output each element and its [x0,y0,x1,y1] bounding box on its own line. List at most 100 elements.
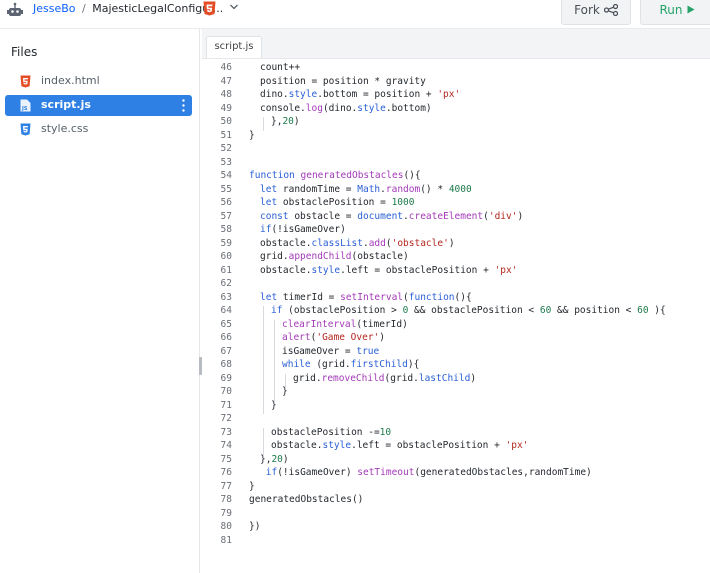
code-line: console.log(dino.style.bottom) [260,102,432,114]
line-number: 79 [220,507,232,519]
code-line: const obstacle = document.createElement(… [260,210,524,222]
line-number: 49 [220,102,232,114]
code-line: obstaclePosition -=10 [271,426,392,438]
line-number: 64 [220,305,232,316]
code-line: if(!isGameOver) [260,224,346,235]
line-number: 55 [220,183,232,195]
play-icon [687,5,694,14]
code-line: obstacle.style.left = obstaclePosition +… [260,264,518,276]
line-number: 47 [220,75,232,87]
line-number: 66 [220,332,232,343]
line-number: 77 [220,480,232,492]
line-number: 62 [220,278,232,289]
owner-link[interactable]: JesseBo [33,2,76,15]
line-number: 69 [220,372,232,384]
line-number: 56 [220,197,232,208]
line-number: 50 [220,116,232,127]
code-line: } [282,386,288,397]
line-number: 74 [220,440,232,451]
code-line: } [271,399,277,411]
indent-guide [263,117,264,131]
indent-guide [263,319,264,333]
code-line: dino.style.bottom = position + 'px' [260,89,461,100]
code-line: }) [249,521,261,532]
code-line: let timerId = setInterval(function(){ [260,291,472,303]
editor-panel: script.js 46 count++ 47 position = position… [202,29,710,573]
js-file-icon: JS [20,99,31,112]
line-number: 70 [220,386,232,397]
code-line: },20) [260,453,289,465]
code-editor[interactable]: 46 count++ 47 position = position * gravity… [202,59,710,573]
line-number: 78 [220,494,232,505]
line-number: 46 [220,62,232,73]
code-line: let randomTime = Math.random() * 4000 [260,183,472,195]
code-line: clearInterval(timerId) [282,318,408,330]
fork-button[interactable]: Fork [561,0,631,25]
line-number: 81 [220,534,232,546]
files-panel-title: Files [11,45,38,59]
code-line: let obstaclePosition = 1000 [260,197,415,208]
files-panel: Files index.html JS script.js style.css [0,29,200,573]
indent-guide [274,319,275,333]
indent-guide [263,427,264,441]
indent-guide [263,360,264,374]
indent-guide [263,387,264,401]
css3-file-icon [20,123,31,136]
code-line: if (obstaclePosition > 0 && obstaclePosi… [271,305,666,316]
breadcrumb-separator: / [82,2,86,15]
line-number: 61 [220,264,232,276]
indent-guide [274,373,275,387]
line-number: 59 [220,237,232,249]
code-line: obstacle.classList.add('obstacle') [260,237,455,249]
file-item-script-js[interactable]: JS script.js [5,95,192,116]
code-line: count++ [260,62,301,73]
fork-icon [603,3,618,16]
tab-script-js[interactable]: script.js [206,36,262,58]
chevron-down-icon[interactable] [229,3,239,11]
code-line: while (grid.firstChild){ [282,359,420,370]
kebab-menu-icon[interactable] [182,99,185,112]
code-line: alert('Game Over') [282,332,385,343]
line-number: 60 [220,251,232,262]
html5-badge-icon [203,1,216,16]
run-button-label: Run [659,2,683,17]
line-number: 58 [220,224,232,235]
indent-guide [263,333,264,347]
file-item-index-html[interactable]: index.html [5,71,192,92]
line-number: 67 [220,345,232,357]
line-number: 48 [220,89,232,100]
line-number: 76 [220,467,232,478]
indent-guide [263,373,264,387]
top-bar: JesseBo / MajesticLegalConfigur... Fork … [0,0,710,29]
line-number: 57 [220,210,232,222]
indent-guide [274,360,275,374]
line-number: 80 [220,521,232,532]
indent-guide [285,373,286,387]
code-line: } [249,129,255,141]
code-line: position = position * gravity [260,75,426,87]
line-number: 75 [220,453,232,465]
code-line: isGameOver = true [282,345,380,357]
file-name: index.html [41,74,100,87]
editor-tab-bar: script.js [202,29,710,59]
breadcrumb: JesseBo / MajesticLegalConfigur... [33,2,223,16]
line-number: 54 [220,170,232,181]
fork-button-label: Fork [574,2,600,17]
code-line: obstacle.style.left = obstaclePosition +… [271,440,529,451]
code-line: grid.appendChild(obstacle) [260,251,409,262]
code-line: grid.removeChild(grid.lastChild) [293,372,477,384]
line-number: 72 [220,413,232,424]
indent-guide [263,441,264,455]
code-line: generatedObstacles() [249,494,364,505]
line-number: 63 [220,291,232,303]
user-avatar-icon[interactable] [6,2,24,20]
code-line: function generatedObstacles(){ [249,170,421,181]
code-line: if(!isGameOver) setTimeout(generatedObst… [265,467,592,478]
indent-guide [263,400,264,414]
indent-guide [263,306,264,320]
file-name: script.js [41,98,91,111]
file-item-style-css[interactable]: style.css [5,119,192,140]
indent-guide [263,346,264,360]
run-button[interactable]: Run [640,0,710,25]
code-line: } [249,480,255,492]
